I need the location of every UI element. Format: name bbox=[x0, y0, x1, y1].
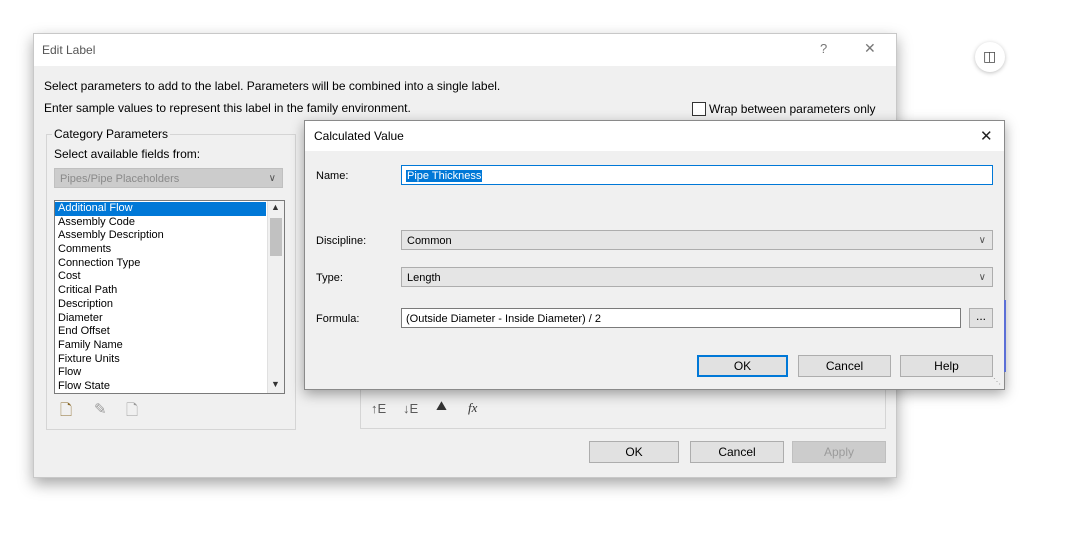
wrap-checkbox-label: Wrap between parameters only bbox=[709, 102, 876, 116]
list-item[interactable]: Diameter bbox=[55, 312, 266, 326]
calculated-value-dialog: Calculated Value ✕ Name: Pipe Thickness … bbox=[304, 120, 1005, 390]
calc-cancel-button[interactable]: Cancel bbox=[798, 355, 891, 377]
ok-button[interactable]: OK bbox=[589, 441, 679, 463]
browse-button[interactable]: ... bbox=[969, 308, 993, 328]
list-item[interactable]: Description bbox=[55, 298, 266, 312]
list-item[interactable]: Flow State bbox=[55, 380, 266, 393]
close-icon[interactable]: ✕ bbox=[980, 127, 993, 145]
cancel-button[interactable]: Cancel bbox=[690, 441, 784, 463]
edit-parameter-icon[interactable]: ✎ bbox=[94, 400, 107, 418]
help-icon[interactable]: ? bbox=[820, 41, 827, 56]
dialog-title: Edit Label bbox=[42, 43, 96, 57]
instructions-line-2: Enter sample values to represent this la… bbox=[44, 101, 411, 115]
formula-value: (Outside Diameter - Inside Diameter) / 2 bbox=[406, 313, 602, 325]
category-combo-value: Pipes/Pipe Placeholders bbox=[60, 173, 180, 185]
calc-ok-button[interactable]: OK bbox=[697, 355, 788, 377]
discipline-select[interactable]: Common ∨ bbox=[401, 230, 993, 250]
edit-label-titlebar[interactable]: Edit Label ? ✕ bbox=[34, 34, 896, 66]
capture-icon: ◫ bbox=[983, 48, 997, 64]
list-item[interactable]: Assembly Description bbox=[55, 229, 266, 243]
background-guide-line bbox=[1004, 300, 1006, 372]
discipline-value: Common bbox=[407, 235, 452, 247]
screen-capture-button[interactable]: ◫ bbox=[975, 42, 1005, 72]
name-input-value: Pipe Thickness bbox=[406, 170, 483, 182]
list-item[interactable]: Cost bbox=[55, 270, 266, 284]
chevron-down-icon: ∨ bbox=[268, 173, 276, 184]
select-fields-label: Select available fields from: bbox=[54, 147, 201, 161]
close-icon[interactable]: ✕ bbox=[864, 40, 876, 57]
list-item[interactable]: Comments bbox=[55, 243, 266, 257]
name-label: Name: bbox=[316, 170, 349, 182]
type-label: Type: bbox=[316, 272, 343, 284]
list-item[interactable]: Critical Path bbox=[55, 284, 266, 298]
calculated-value-icon[interactable]: fx bbox=[468, 400, 477, 416]
parameters-list-items: Additional Flow Assembly Code Assembly Des… bbox=[55, 201, 266, 393]
list-item[interactable]: Additional Flow bbox=[55, 202, 266, 216]
resize-grip-icon[interactable]: ⋱ bbox=[993, 377, 1001, 386]
name-input[interactable]: Pipe Thickness bbox=[401, 165, 993, 185]
category-group-title: Category Parameters bbox=[52, 127, 171, 141]
formula-input[interactable]: (Outside Diameter - Inside Diameter) / 2 bbox=[401, 308, 961, 328]
list-item[interactable]: End Offset bbox=[55, 325, 266, 339]
wrap-checkbox[interactable] bbox=[692, 102, 706, 116]
list-item[interactable]: Fixture Units bbox=[55, 353, 266, 367]
category-combo[interactable]: Pipes/Pipe Placeholders ∨ bbox=[54, 168, 283, 188]
calc-help-button[interactable]: Help bbox=[900, 355, 993, 377]
move-up-icon[interactable]: ↑E bbox=[371, 401, 386, 416]
instructions-line-1: Select parameters to add to the label. P… bbox=[44, 79, 501, 93]
list-item[interactable]: Assembly Code bbox=[55, 216, 266, 230]
type-select[interactable]: Length ∨ bbox=[401, 267, 993, 287]
format-icon[interactable]: ⛰ bbox=[436, 398, 447, 414]
scroll-down-icon[interactable]: ▼ bbox=[271, 379, 280, 389]
calc-titlebar[interactable]: Calculated Value ✕ bbox=[305, 121, 1004, 151]
list-item[interactable]: Flow bbox=[55, 366, 266, 380]
apply-button[interactable]: Apply bbox=[792, 441, 886, 463]
list-item[interactable]: Connection Type bbox=[55, 257, 266, 271]
chevron-down-icon: ∨ bbox=[978, 272, 986, 283]
new-parameter-icon[interactable]: 🗋 bbox=[60, 400, 72, 425]
list-scrollbar[interactable]: ▲ ▼ bbox=[267, 201, 284, 393]
parameters-list[interactable]: Additional Flow Assembly Code Assembly Des… bbox=[54, 200, 285, 394]
type-value: Length bbox=[407, 272, 441, 284]
discipline-label: Discipline: bbox=[316, 235, 367, 247]
move-down-icon[interactable]: ↓E bbox=[403, 401, 418, 416]
scroll-up-icon[interactable]: ▲ bbox=[271, 202, 280, 212]
delete-parameter-icon[interactable]: 🗋 bbox=[126, 400, 138, 425]
scroll-thumb[interactable] bbox=[270, 218, 282, 256]
formula-label: Formula: bbox=[316, 313, 360, 325]
calc-dialog-title: Calculated Value bbox=[314, 129, 404, 143]
list-item[interactable]: Family Name bbox=[55, 339, 266, 353]
chevron-down-icon: ∨ bbox=[978, 235, 986, 246]
